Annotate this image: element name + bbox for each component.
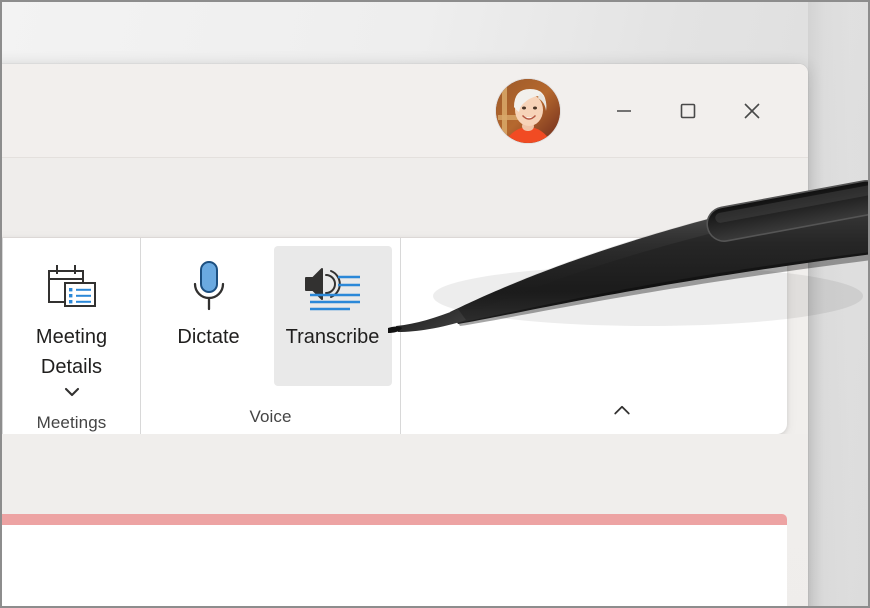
calendar-list-icon [43,258,101,316]
close-button[interactable] [720,87,784,135]
ribbon-tab-strip[interactable] [2,158,808,238]
desktop-shade [808,2,868,606]
screenshot-root: mail age mail [0,0,870,608]
collapse-ribbon-button[interactable] [605,396,639,426]
transcribe-icon [302,258,364,316]
maximize-icon [680,103,696,118]
maximize-button[interactable] [656,87,720,135]
meeting-details-button[interactable]: Meeting Details [7,246,137,406]
title-bar [2,64,808,158]
onenote-window: mail age mail [2,64,808,606]
transcribe-button[interactable]: Transcribe [273,246,392,386]
chevron-down-icon[interactable] [60,384,84,400]
close-icon [744,102,760,119]
section-color-strip [2,514,787,525]
title-bar-controls [496,64,784,157]
voice-button-row: Dictate Transcribe [150,246,392,386]
transcribe-label: Transcribe [285,326,380,348]
page-area: Search notebooks [2,434,808,606]
ribbon-group-meetings: Meeting Details Meetings [2,238,140,434]
ribbon: mail age mail [2,238,787,434]
microphone-icon [184,258,234,316]
avatar-photo [496,78,560,143]
chevron-up-icon [614,405,630,415]
minimize-button[interactable] [592,87,656,135]
avatar[interactable] [496,78,560,143]
dictate-label: Dictate [177,326,240,348]
dictate-button[interactable]: Dictate [150,246,268,386]
group-label-voice: Voice [249,407,292,426]
group-label-meetings: Meetings [36,413,107,432]
ribbon-overflow-area [400,238,787,434]
meeting-details-label: Meeting Details [35,326,108,378]
ribbon-group-voice: Dictate Transcribe Voice [140,238,400,434]
page-canvas[interactable] [2,525,787,606]
minimize-icon [617,109,631,112]
